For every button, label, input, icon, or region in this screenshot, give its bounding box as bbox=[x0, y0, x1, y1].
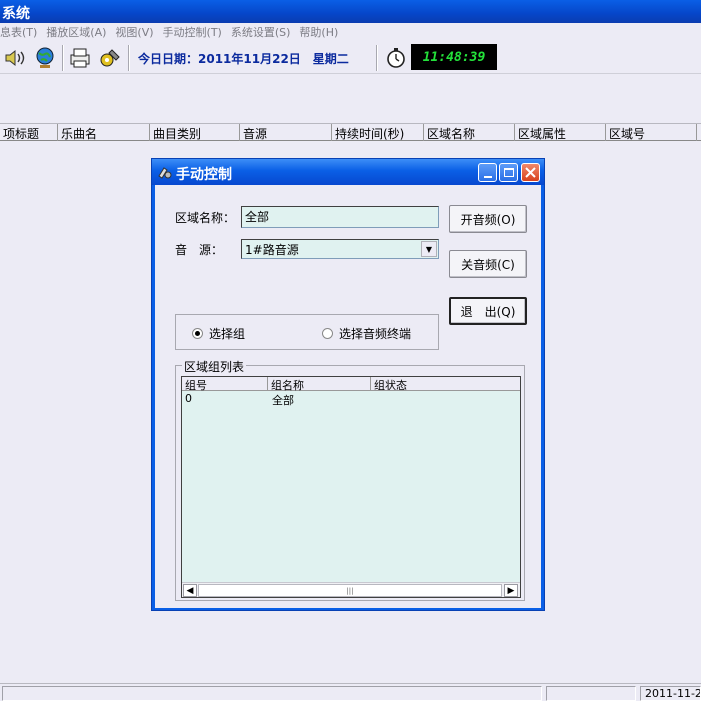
minimize-icon bbox=[483, 175, 492, 178]
tools-icon[interactable] bbox=[97, 46, 123, 70]
maximize-button[interactable] bbox=[499, 163, 518, 182]
scroll-grip: ||| bbox=[346, 586, 354, 595]
table-row[interactable]: 0 全部 bbox=[182, 392, 520, 407]
audio-source-select[interactable]: 1#路音源 ▼ bbox=[241, 239, 439, 259]
audio-source-value: 1#路音源 bbox=[245, 243, 299, 257]
menu-item-view[interactable]: 视图(V) bbox=[115, 24, 153, 40]
app-title-bar: 系统 bbox=[0, 0, 701, 23]
radio-circle bbox=[322, 328, 333, 339]
scroll-right-icon[interactable]: ▶ bbox=[504, 584, 518, 597]
column-header[interactable]: 区域号 bbox=[606, 124, 697, 141]
column-header[interactable]: 持续时间(秒) bbox=[332, 124, 424, 141]
current-date: 今日日期：2011年11月22日 星期二 bbox=[138, 52, 349, 66]
maximize-icon bbox=[503, 168, 514, 177]
close-icon bbox=[525, 167, 536, 178]
zone-name-label: 区域名称： bbox=[175, 211, 236, 225]
menu-item-help[interactable]: 帮助(H) bbox=[299, 24, 338, 40]
toolbar-separator bbox=[128, 45, 130, 71]
menu-item-system-settings[interactable]: 系统设置(S) bbox=[231, 24, 291, 40]
status-pane-main bbox=[2, 686, 542, 701]
radio-circle bbox=[192, 328, 203, 339]
menu-item-manual-control[interactable]: 手动控制(T) bbox=[163, 24, 222, 40]
zone-group-list-header: 组号 组名称 组状态 bbox=[182, 377, 520, 392]
audio-source-label: 音 源： bbox=[175, 243, 224, 257]
zone-group-list[interactable]: 组号 组名称 组状态 0 全部 ◀ ||| ▶ bbox=[181, 376, 521, 598]
zone-group-list-box: 区域组列表 组号 组名称 组状态 0 全部 ◀ ||| ▶ bbox=[175, 358, 525, 601]
column-header[interactable]: 音源 bbox=[240, 124, 332, 141]
horizontal-scrollbar[interactable]: ◀ ||| ▶ bbox=[182, 582, 520, 597]
menu-item-info[interactable]: 息表(T) bbox=[0, 24, 37, 40]
column-header[interactable]: 组号 bbox=[182, 377, 268, 392]
column-header[interactable]: 组名称 bbox=[268, 377, 371, 392]
select-group-label: 选择组 bbox=[209, 327, 246, 341]
stopwatch-icon[interactable] bbox=[383, 46, 409, 70]
digital-clock: 11:48:39 bbox=[411, 44, 497, 70]
zone-name-field[interactable]: 全部 bbox=[241, 206, 439, 228]
dialog-title: 手动控制 bbox=[176, 167, 232, 183]
program-list-header: 项标题 乐曲名 曲目类别 音源 持续时间(秒) 区域名称 区域属性 区域号 bbox=[0, 123, 701, 141]
column-header[interactable]: 区域属性 bbox=[515, 124, 606, 141]
app-title: 系统 bbox=[2, 6, 30, 22]
toolbar-separator bbox=[376, 45, 378, 71]
dialog-body: 区域名称： 全部 音 源： 1#路音源 ▼ 开音频(O) 关音频(C) 选择组 … bbox=[155, 185, 541, 608]
selection-mode-group: 选择组 选择音频终端 bbox=[175, 314, 439, 350]
group-name-cell: 全部 bbox=[272, 394, 294, 407]
dialog-title-bar[interactable]: 手动控制 bbox=[152, 159, 544, 185]
column-header[interactable]: 项标题 bbox=[0, 124, 58, 141]
column-header[interactable]: 区域名称 bbox=[424, 124, 515, 141]
toolbar-separator bbox=[62, 45, 64, 71]
minimize-button[interactable] bbox=[478, 163, 497, 182]
menu-bar: 息表(T) 播放区域(A) 视图(V) 手动控制(T) 系统设置(S) 帮助(H… bbox=[0, 23, 701, 41]
open-audio-button[interactable]: 开音频(O) bbox=[449, 205, 527, 233]
exit-button[interactable]: 退 出(Q) bbox=[449, 297, 527, 325]
select-terminal-radio[interactable]: 选择音频终端 bbox=[322, 325, 411, 342]
dialog-app-icon bbox=[157, 165, 172, 179]
printer-icon[interactable] bbox=[67, 46, 93, 70]
status-pane-middle bbox=[546, 686, 636, 701]
zone-group-list-title: 区域组列表 bbox=[182, 358, 247, 375]
toolbar: 今日日期：2011年11月22日 星期二 bbox=[0, 41, 701, 74]
select-terminal-label: 选择音频终端 bbox=[339, 327, 412, 341]
speaker-icon[interactable] bbox=[2, 46, 28, 70]
globe-icon[interactable] bbox=[32, 46, 58, 70]
dropdown-arrow-icon[interactable]: ▼ bbox=[421, 241, 437, 257]
status-bar: 2011-11-22 bbox=[0, 683, 701, 701]
column-header[interactable]: 组状态 bbox=[371, 377, 520, 392]
column-header[interactable]: 曲目类别 bbox=[150, 124, 240, 141]
column-header[interactable]: 乐曲名 bbox=[58, 124, 150, 141]
scroll-thumb[interactable]: ||| bbox=[198, 584, 502, 597]
menu-item-play-area[interactable]: 播放区域(A) bbox=[46, 24, 106, 40]
scroll-left-icon[interactable]: ◀ bbox=[183, 584, 197, 597]
close-audio-button[interactable]: 关音频(C) bbox=[449, 250, 527, 278]
close-button[interactable] bbox=[521, 163, 540, 182]
manual-control-dialog: 手动控制 区域名称： 全部 音 源： 1#路音源 ▼ 开音频(O) 关音频(C)… bbox=[151, 158, 545, 611]
status-date: 2011-11-22 bbox=[640, 686, 701, 701]
group-id-cell: 0 bbox=[185, 392, 192, 405]
select-group-radio[interactable]: 选择组 bbox=[192, 325, 245, 342]
